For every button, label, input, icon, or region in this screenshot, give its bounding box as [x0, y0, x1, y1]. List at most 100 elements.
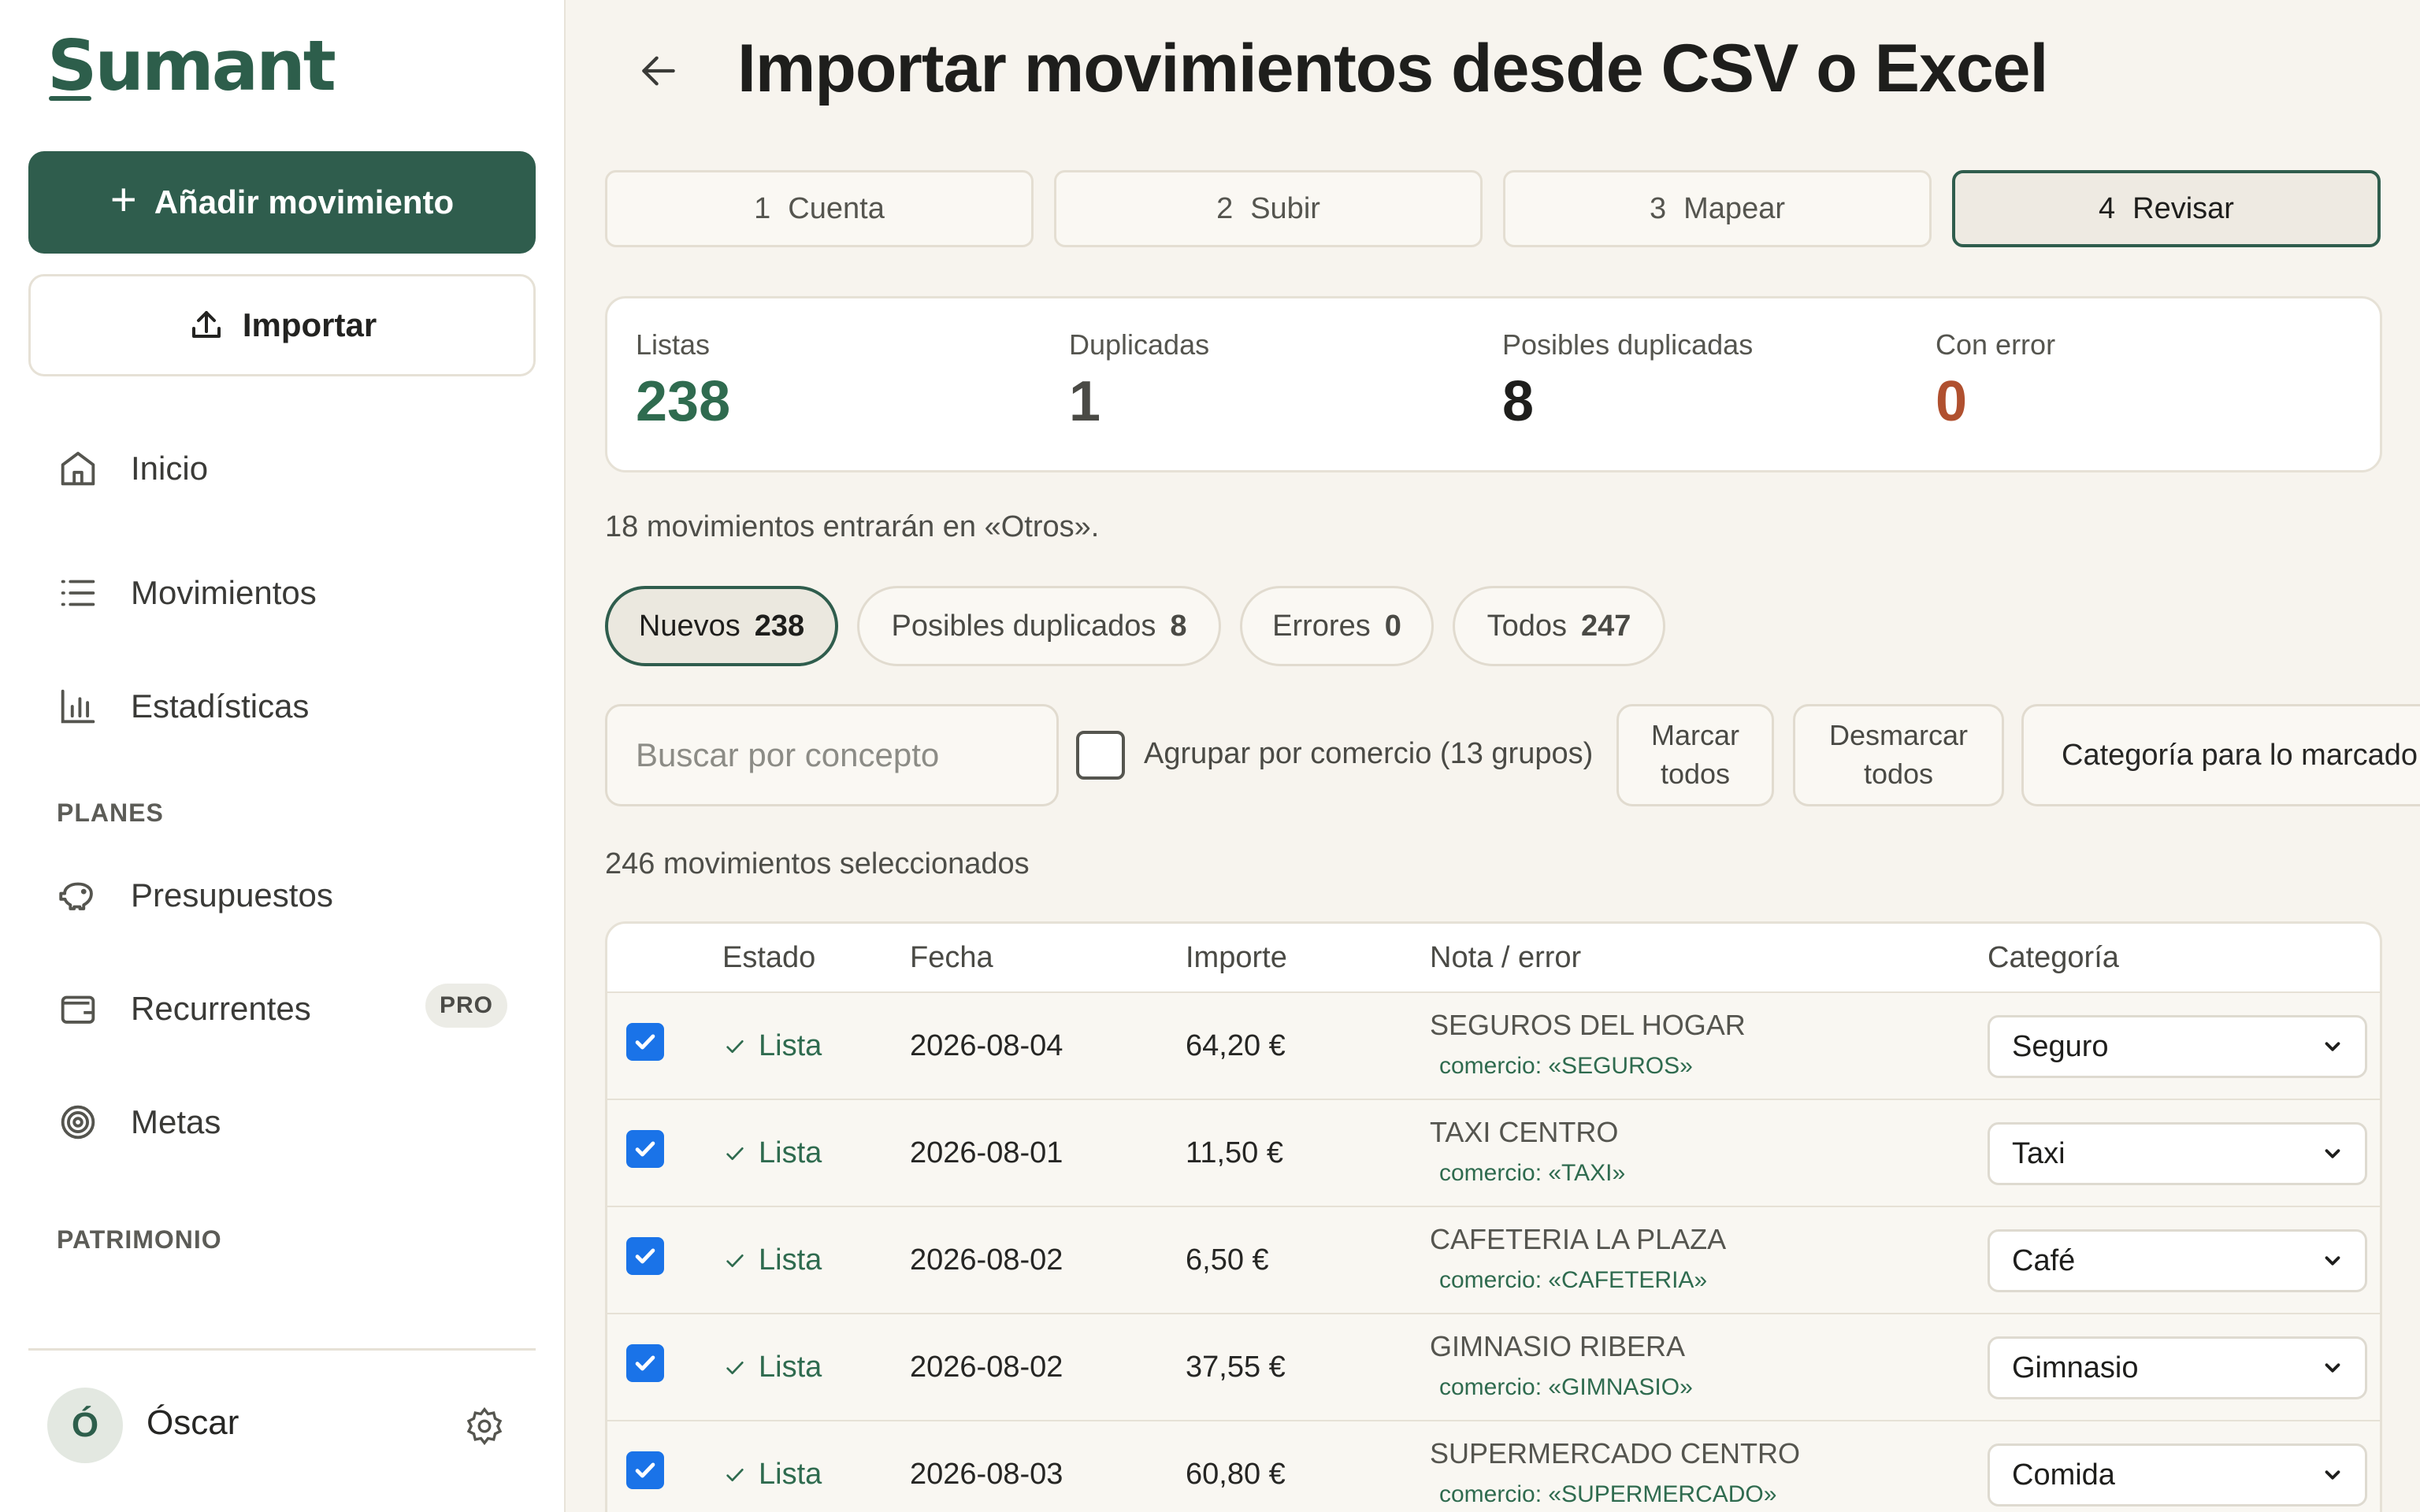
row-status-label: Lista: [759, 1458, 822, 1491]
stat-label: Posibles duplicadas: [1502, 328, 1754, 361]
step-map[interactable]: 3 Mapear: [1503, 170, 1932, 247]
stat-errors: Con error 0: [1936, 328, 2055, 434]
check-icon: [726, 1361, 744, 1374]
table-row: Lista 2026-08-03 60,80 € SUPERMERCADO CE…: [607, 1420, 2380, 1512]
import-button[interactable]: Importar: [28, 274, 536, 376]
step-number: 4: [2099, 191, 2116, 225]
row-note: TAXI CENTRO: [1430, 1116, 1619, 1148]
row-category-value: Café: [2012, 1243, 2076, 1277]
search-input[interactable]: [605, 704, 1059, 806]
row-amount: 37,55 €: [1186, 1351, 1286, 1384]
step-label: Subir: [1250, 191, 1320, 225]
row-category-select[interactable]: Café: [1988, 1229, 2367, 1292]
section-label-wealth: PATRIMONIO: [57, 1225, 222, 1254]
sidebar-item-label: Recurrentes: [131, 990, 311, 1027]
row-amount: 11,50 €: [1186, 1136, 1283, 1169]
pro-badge: PRO: [425, 984, 507, 1028]
check-icon: [635, 1462, 655, 1478]
step-label: Revisar: [2132, 191, 2234, 225]
sidebar-item-movements[interactable]: Movimientos: [55, 565, 528, 621]
group-by-merchant-checkbox[interactable]: [1076, 731, 1125, 780]
row-amount: 64,20 €: [1186, 1029, 1286, 1062]
row-category-select[interactable]: Gimnasio: [1988, 1336, 2367, 1399]
step-review[interactable]: 4 Revisar: [1952, 170, 2381, 247]
mark-all-button[interactable]: Marcar todos: [1616, 704, 1774, 806]
sidebar-item-stats[interactable]: Estadísticas: [55, 679, 528, 734]
row-checkbox[interactable]: [626, 1023, 664, 1061]
row-category-value: Gimnasio: [2012, 1351, 2139, 1384]
row-checkbox[interactable]: [626, 1344, 664, 1382]
step-label: Mapear: [1683, 191, 1785, 225]
wallet-icon: [61, 995, 95, 1024]
chevron-down-icon: [2325, 1470, 2340, 1480]
section-label-plans: PLANES: [57, 799, 164, 827]
chevron-down-icon: [2325, 1256, 2340, 1266]
step-account[interactable]: 1 Cuenta: [605, 170, 1034, 247]
home-icon: [61, 451, 95, 486]
chevron-down-icon: [2325, 1042, 2340, 1051]
filter-errors[interactable]: Errores 0: [1240, 586, 1434, 666]
stat-value: 238: [636, 370, 731, 433]
stat-label: Duplicadas: [1069, 328, 1210, 361]
check-icon: [726, 1254, 744, 1267]
filter-new[interactable]: Nuevos 238: [605, 586, 838, 666]
add-movement-button[interactable]: + Añadir movimiento: [28, 151, 536, 254]
row-category-select[interactable]: Taxi: [1988, 1122, 2367, 1185]
check-icon: [635, 1248, 655, 1264]
sidebar-item-label: Presupuestos: [131, 876, 333, 914]
sidebar-item-goals[interactable]: Metas: [55, 1095, 528, 1150]
row-checkbox[interactable]: [626, 1451, 664, 1489]
gear-icon[interactable]: [463, 1405, 506, 1447]
check-icon: [635, 1355, 655, 1371]
unmark-all-button[interactable]: Desmarcar todos: [1793, 704, 2004, 806]
step-upload[interactable]: 2 Subir: [1054, 170, 1483, 247]
row-merchant: comercio: «SEGUROS»: [1439, 1053, 1693, 1079]
row-category-select[interactable]: Seguro: [1988, 1015, 2367, 1078]
column-header-note: Nota / error: [1430, 941, 1582, 974]
check-icon: [726, 1147, 744, 1160]
filter-label: Posibles duplicados: [891, 609, 1156, 643]
filter-all[interactable]: Todos 247: [1453, 586, 1665, 666]
stat-ready: Listas 238: [636, 328, 730, 434]
row-date: 2026-08-02: [910, 1351, 1063, 1384]
sidebar-item-budgets[interactable]: Presupuestos: [55, 868, 528, 923]
row-status-label: Lista: [759, 1243, 822, 1277]
check-icon: [726, 1040, 744, 1053]
movements-table: Estado Fecha Importe Nota / error Catego…: [605, 921, 2382, 1512]
stat-value: 0: [1936, 370, 1968, 433]
filter-possible-duplicates[interactable]: Posibles duplicados 8: [857, 586, 1221, 666]
check-icon: [726, 1468, 744, 1481]
row-note: CAFETERIA LA PLAZA: [1430, 1223, 1727, 1255]
column-header-category: Categoría: [1988, 941, 2119, 974]
table-row: Lista 2026-08-02 37,55 € GIMNASIO RIBERA…: [607, 1313, 2380, 1420]
chevron-down-icon: [2325, 1363, 2340, 1373]
sidebar-item-home[interactable]: Inicio: [55, 441, 528, 496]
import-label: Importar: [242, 306, 377, 343]
stat-value: 8: [1502, 370, 1535, 433]
back-arrow-icon[interactable]: [637, 49, 681, 93]
filter-count: 8: [1170, 609, 1187, 643]
row-date: 2026-08-01: [910, 1136, 1063, 1169]
user-name[interactable]: Óscar: [147, 1403, 239, 1443]
row-checkbox[interactable]: [626, 1237, 664, 1275]
logo[interactable]: Sumant: [47, 25, 336, 106]
row-merchant: comercio: «GIMNASIO»: [1439, 1374, 1693, 1400]
category-for-marked-select[interactable]: Categoría para lo marcado: [2021, 704, 2420, 806]
avatar[interactable]: Ó: [47, 1388, 123, 1463]
row-amount: 60,80 €: [1186, 1458, 1286, 1491]
row-note: SEGUROS DEL HOGAR: [1430, 1009, 1746, 1041]
table-row: Lista 2026-08-04 64,20 € SEGUROS DEL HOG…: [607, 991, 2380, 1099]
filter-count: 0: [1384, 609, 1401, 643]
row-category-select[interactable]: Comida: [1988, 1443, 2367, 1506]
filter-label: Errores: [1272, 609, 1371, 643]
step-number: 3: [1650, 191, 1667, 225]
row-status: Lista: [722, 1351, 822, 1384]
row-checkbox[interactable]: [626, 1130, 664, 1168]
stat-possible-duplicates: Posibles duplicadas 8: [1502, 328, 1753, 434]
table-row: Lista 2026-08-02 6,50 € CAFETERIA LA PLA…: [607, 1206, 2380, 1313]
add-movement-label: Añadir movimiento: [154, 183, 455, 220]
step-number: 1: [754, 191, 771, 225]
stat-label: Listas: [636, 328, 711, 361]
row-note: SUPERMERCADO CENTRO: [1430, 1437, 1801, 1469]
stat-duplicates: Duplicadas 1: [1069, 328, 1209, 434]
